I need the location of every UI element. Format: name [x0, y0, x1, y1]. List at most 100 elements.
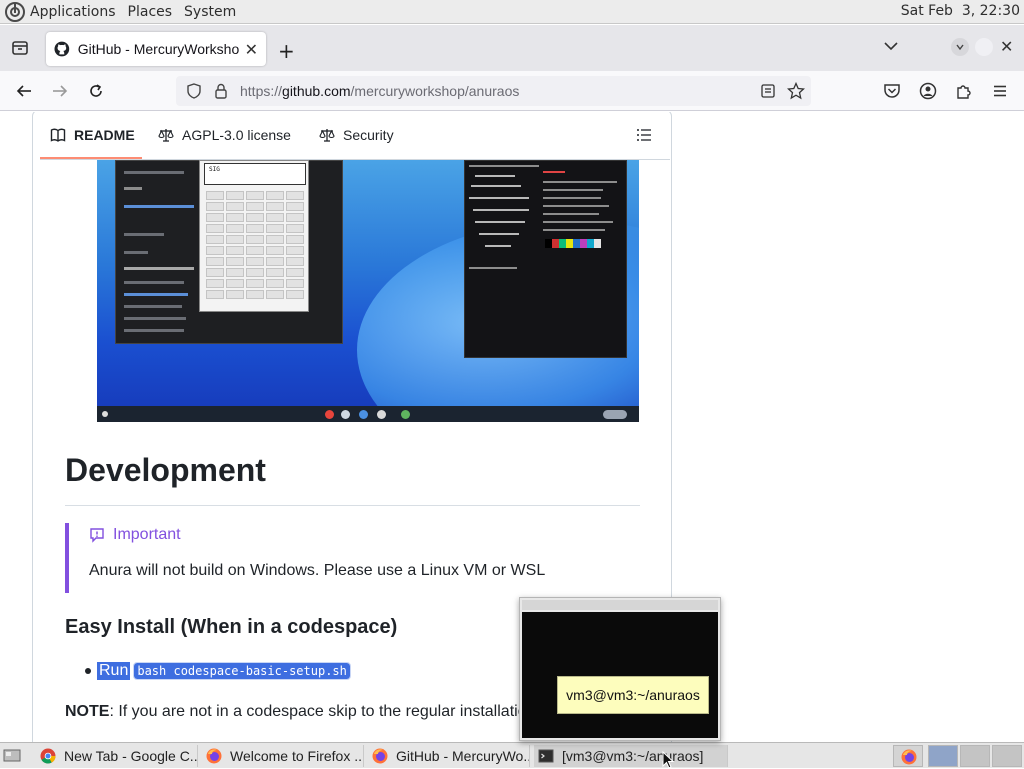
tab-title: GitHub - MercuryWorkshop/anuraos	[77, 41, 239, 57]
forward-button[interactable]	[50, 81, 70, 101]
report-icon	[90, 528, 104, 543]
show-desktop-button[interactable]	[0, 744, 24, 768]
tab-security-label: Security	[343, 127, 394, 143]
task-firefox-github[interactable]: GitHub - MercuryWo...	[368, 745, 530, 767]
tab-license-label: AGPL-3.0 license	[182, 127, 291, 143]
tab-license[interactable]: AGPL-3.0 license	[158, 127, 291, 143]
navigation-toolbar: https://github.com/mercuryworkshop/anura…	[0, 71, 1024, 111]
screenshot-calculator: SIG	[199, 160, 309, 312]
task-label: [vm3@vm3:~/anuraos]	[562, 748, 704, 764]
run-text: Run	[97, 662, 131, 680]
tab-security[interactable]: Security	[319, 127, 394, 143]
window-preview-popup[interactable]: vm3@vm3:~/anuraos	[519, 597, 721, 741]
calc-keypad	[206, 191, 304, 299]
important-alert: Important Anura will not build on Window…	[65, 523, 640, 593]
pocket-icon	[884, 84, 900, 98]
debian-logo-icon[interactable]	[4, 1, 26, 23]
new-tab-button[interactable]: +	[278, 39, 295, 63]
reader-mode-icon[interactable]	[760, 83, 776, 99]
system-menu[interactable]: System	[184, 4, 236, 20]
firefox-view-button[interactable]	[0, 25, 40, 71]
preview-menubar	[522, 600, 718, 610]
firefox-icon	[206, 748, 222, 764]
alert-body: Anura will not build on Windows. Please …	[89, 562, 546, 579]
heading-divider	[65, 505, 640, 506]
chevron-down-icon[interactable]	[882, 37, 900, 55]
task-label: GitHub - MercuryWo...	[396, 748, 530, 764]
applications-menu[interactable]: Applications	[30, 4, 116, 20]
terminal-color-palette	[545, 239, 601, 248]
lock-icon[interactable]	[214, 83, 228, 99]
chrome-icon	[40, 748, 56, 764]
account-button[interactable]	[918, 81, 938, 101]
note-text: : If you are not in a codespace skip to …	[109, 703, 527, 720]
top-panel: Applications Places System Sat Feb 3, 22…	[0, 0, 1024, 24]
tab-readme[interactable]: README	[50, 127, 135, 143]
page-content: README AGPL-3.0 license Security SIG Dev…	[0, 112, 1024, 742]
active-tab-underline	[40, 157, 142, 159]
workspace-2[interactable]	[960, 745, 990, 767]
calc-display: SIG	[204, 163, 306, 185]
workspace-3[interactable]	[992, 745, 1022, 767]
list-item: Run bash codespace-basic-setup.sh	[85, 662, 351, 680]
heading-easy-install: Easy Install (When in a codespace)	[65, 616, 398, 638]
screenshot-shelf	[97, 406, 639, 422]
url-path: /mercuryworkshop/anuraos	[350, 83, 520, 99]
bottom-taskbar: New Tab - Google C... Welcome to Firefox…	[0, 742, 1024, 768]
bookmark-star-icon[interactable]	[787, 82, 805, 100]
note-paragraph: NOTE: If you are not in a codespace skip…	[65, 703, 527, 721]
inline-code: bash codespace-basic-setup.sh	[133, 662, 351, 680]
task-label: Welcome to Firefox ...	[230, 748, 364, 764]
github-icon	[54, 41, 70, 57]
puzzle-icon	[957, 85, 971, 99]
screenshot-terminal	[464, 160, 627, 358]
preview-tooltip: vm3@vm3:~/anuraos	[557, 676, 709, 714]
app-menu-button[interactable]	[990, 81, 1010, 101]
pocket-button[interactable]	[882, 81, 902, 101]
tab-strip: GitHub - MercuryWorkshop/anuraos ✕ + ✕	[0, 25, 1024, 71]
tab-readme-label: README	[74, 127, 135, 143]
extensions-button[interactable]	[954, 81, 974, 101]
scale-icon	[158, 129, 174, 142]
workspace-1[interactable]	[928, 745, 958, 767]
maximize-button[interactable]	[975, 38, 993, 56]
arrow-right-icon	[53, 85, 68, 97]
firefox-view-icon	[12, 41, 28, 55]
arrow-left-icon	[16, 85, 31, 97]
show-desktop-icon	[3, 749, 21, 761]
hamburger-menu-icon	[994, 85, 1006, 97]
task-firefox-welcome[interactable]: Welcome to Firefox ...	[202, 745, 364, 767]
heading-development: Development	[65, 452, 266, 488]
url-prefix: https://	[240, 83, 283, 99]
url-text[interactable]: https://github.com/mercuryworkshop/anura…	[240, 83, 519, 99]
tab-close-icon[interactable]: ✕	[245, 40, 258, 59]
window-close-icon[interactable]: ✕	[1000, 37, 1013, 56]
bullet-dot	[85, 668, 91, 674]
firefox-launcher[interactable]	[893, 745, 923, 767]
account-icon	[919, 82, 937, 100]
readme-screenshot-image: SIG	[97, 160, 639, 422]
terminal-icon	[538, 749, 554, 763]
task-terminal[interactable]: [vm3@vm3:~/anuraos]	[534, 745, 728, 767]
list-outline-icon[interactable]	[636, 127, 652, 143]
alert-title-label: Important	[113, 526, 181, 543]
firefox-icon	[372, 748, 388, 764]
tab-github[interactable]: GitHub - MercuryWorkshop/anuraos ✕	[46, 32, 266, 66]
url-bar[interactable]: https://github.com/mercuryworkshop/anura…	[176, 76, 811, 106]
reload-icon	[90, 84, 102, 97]
task-chrome[interactable]: New Tab - Google C...	[36, 745, 198, 767]
preview-terminal-thumbnail	[522, 612, 718, 738]
reload-button[interactable]	[86, 81, 106, 101]
places-menu[interactable]: Places	[128, 4, 173, 20]
shield-icon[interactable]	[186, 83, 202, 99]
back-button[interactable]	[14, 81, 34, 101]
panel-clock[interactable]: Sat Feb 3, 22:30	[901, 3, 1020, 19]
readme-tab-bar: README AGPL-3.0 license Security	[40, 112, 670, 160]
firefox-icon	[901, 749, 917, 765]
chevron-down-icon	[956, 44, 964, 51]
scale-icon	[319, 129, 335, 142]
minimize-button[interactable]	[951, 38, 969, 56]
mouse-cursor-icon	[662, 751, 674, 769]
task-label: New Tab - Google C...	[64, 748, 198, 764]
book-icon	[50, 128, 66, 142]
